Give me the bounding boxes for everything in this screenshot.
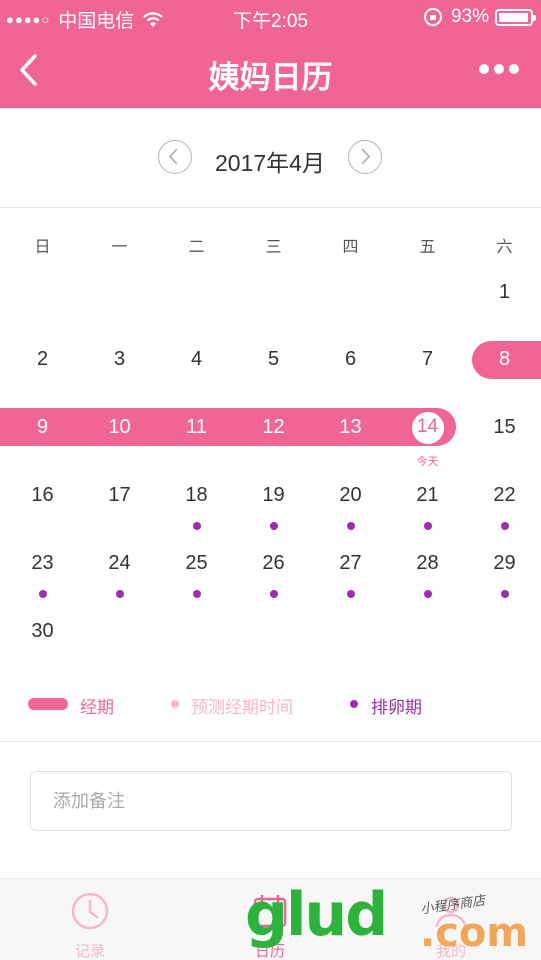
calendar-day[interactable]: 7: [389, 343, 466, 411]
weekday-label: 一: [111, 239, 128, 256]
battery-percent: 93%: [450, 6, 489, 27]
ovulation-dot: [192, 590, 201, 598]
more-dot: [494, 64, 504, 74]
calendar-day[interactable]: 18: [158, 479, 235, 547]
weekday-label: 二: [188, 239, 205, 256]
rotation-lock-icon: [423, 8, 442, 26]
calendar-day[interactable]: 27: [312, 547, 389, 615]
calendar-day-period[interactable]: 13: [312, 411, 389, 479]
today-label: 今天: [416, 456, 439, 468]
ovulation-dot: [346, 590, 355, 598]
calendar-day[interactable]: 1: [466, 276, 541, 344]
ovulation-dot: [192, 522, 201, 530]
ovulation-dot: [38, 590, 47, 598]
calendar-day[interactable]: 29: [466, 547, 541, 615]
weekday-label: 五: [419, 239, 436, 256]
prev-month-button[interactable]: [158, 140, 192, 174]
calendar-day[interactable]: 23: [4, 547, 81, 615]
chevron-right-icon: [361, 148, 371, 165]
legend-ovulation-dot: [350, 700, 358, 708]
calendar-day-period[interactable]: 9: [4, 411, 81, 479]
weekday-header: 日 一 二 三 四 五 六: [0, 208, 541, 276]
tab-record-label: 记录: [74, 943, 105, 960]
calendar-day[interactable]: 24: [81, 547, 158, 615]
weekday-label: 三: [265, 239, 282, 256]
calendar-day[interactable]: 4: [158, 343, 235, 411]
page-title: 姨妈日历: [208, 60, 333, 95]
calendar-grid: 1 2 3 4 5 6 7 8 9 10 11 12 13 14 今天 15 1…: [0, 276, 541, 656]
watermark-com: .com: [420, 910, 529, 956]
nav-bar: 姨妈日历: [0, 34, 541, 108]
legend-predicted-label: 预测经期时间: [191, 698, 293, 717]
weekday-label: 六: [496, 239, 513, 256]
calendar-day[interactable]: 25: [158, 547, 235, 615]
calendar-day[interactable]: 22: [466, 479, 541, 547]
chevron-left-icon: [168, 148, 178, 165]
watermark-logo: glud 小程序商店 .com: [245, 880, 535, 958]
calendar-day-period[interactable]: 11: [158, 411, 235, 479]
status-right: 93%: [423, 6, 536, 28]
calendar-day[interactable]: 26: [235, 547, 312, 615]
calendar-day[interactable]: 15: [466, 411, 541, 479]
next-month-button[interactable]: [348, 140, 382, 174]
calendar-day[interactable]: 28: [389, 547, 466, 615]
calendar-day[interactable]: 21: [389, 479, 466, 547]
weekday-label: 四: [342, 239, 359, 256]
calendar-day-period[interactable]: 12: [235, 411, 312, 479]
battery-icon: [495, 8, 536, 26]
tab-record[interactable]: 记录: [0, 879, 180, 960]
calendar-day[interactable]: 19: [235, 479, 312, 547]
legend-period-label: 经期: [80, 698, 114, 717]
more-button[interactable]: [479, 64, 519, 74]
calendar-day[interactable]: 16: [4, 479, 81, 547]
more-dot: [479, 64, 489, 74]
ovulation-dot: [423, 522, 432, 530]
calendar-day[interactable]: 6: [312, 343, 389, 411]
note-input[interactable]: [30, 771, 512, 831]
calendar-day[interactable]: 5: [235, 343, 312, 411]
legend-period-swatch: [28, 698, 68, 710]
clock-icon: [71, 892, 109, 930]
calendar-day-period[interactable]: 10: [81, 411, 158, 479]
calendar-day[interactable]: 17: [81, 479, 158, 547]
month-label: 2017年4月: [215, 150, 325, 176]
ovulation-dot: [500, 590, 509, 598]
weekday-label: 日: [34, 239, 51, 256]
legend-ovulation-label: 排卵期: [371, 698, 422, 717]
calendar-day[interactable]: 2: [4, 343, 81, 411]
status-bar: ●●●●○ 中国电信 下午2:05 93%: [0, 0, 541, 34]
legend-predicted-dot: [171, 700, 179, 708]
legend: 经期 预测经期时间 排卵期: [0, 656, 541, 742]
month-selector: 2017年4月: [0, 108, 541, 208]
ovulation-dot: [500, 522, 509, 530]
calendar-day[interactable]: 20: [312, 479, 389, 547]
calendar-day-today[interactable]: 14 今天: [389, 410, 466, 479]
ovulation-dot: [346, 522, 355, 530]
app-header: ●●●●○ 中国电信 下午2:05 93% 姨妈日历: [0, 0, 541, 108]
ovulation-dot: [115, 590, 124, 598]
ovulation-dot: [269, 590, 278, 598]
ovulation-dot: [423, 590, 432, 598]
calendar-day-period[interactable]: 8: [466, 343, 541, 411]
calendar-day[interactable]: 3: [81, 343, 158, 411]
watermark-glud: glud: [245, 880, 388, 950]
more-dot: [509, 64, 519, 74]
ovulation-dot: [269, 522, 278, 530]
